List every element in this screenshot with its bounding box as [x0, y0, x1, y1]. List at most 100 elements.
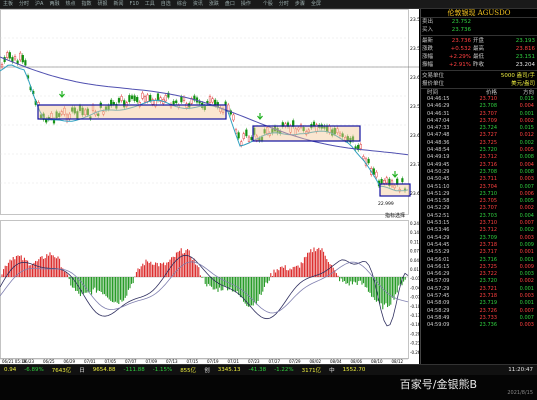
- toolbar-item[interactable]: 工具: [142, 0, 158, 8]
- macd-axis-label: 0.079: [410, 249, 419, 254]
- stat-value: 23.736: [451, 38, 471, 44]
- toolbar-item[interactable]: 两融: [46, 0, 62, 8]
- macd-axis-label: -0.169: [410, 322, 419, 327]
- tick-time: 04:58:09: [427, 300, 450, 307]
- tick-time: 04:47:33: [427, 125, 450, 132]
- tick-time: 04:51:58: [427, 198, 450, 205]
- toolbar-item[interactable]: 资讯: [190, 0, 206, 8]
- toolbar-item[interactable]: 全屏: [308, 0, 324, 8]
- status-item: 0.94: [4, 367, 17, 373]
- stat-label: 涨跌: [422, 46, 434, 52]
- tick-time: 04:56:01: [427, 256, 450, 263]
- macd-axis-label: -0.076: [410, 295, 419, 300]
- candle-body: [143, 96, 147, 103]
- tick-direction: 0.004: [519, 212, 534, 219]
- stat-value: 23.193: [515, 38, 535, 44]
- quote-row: 最新 23.736 开盘 23.193: [421, 37, 537, 45]
- candle-body: [208, 96, 212, 103]
- candle-body: [6, 52, 9, 58]
- tick-price: 23.712: [479, 154, 498, 161]
- tick-price: 23.718: [479, 241, 498, 248]
- tick-direction: 0.002: [519, 205, 534, 212]
- quote-row: 涨跌 +0.532 最高 23.816: [421, 45, 537, 53]
- toolbar-item[interactable]: 个股: [260, 0, 276, 8]
- toolbar-item[interactable]: 操作: [238, 0, 254, 8]
- toolbar-item[interactable]: 新闻: [111, 0, 127, 8]
- toolbar-item[interactable]: 指数: [78, 0, 94, 8]
- indicator-button[interactable]: 指标选择: [385, 212, 405, 219]
- status-item: 中: [329, 368, 335, 374]
- candle-body: [375, 171, 378, 178]
- toolbar-item[interactable]: 主板: [0, 0, 16, 8]
- tick-direction: 0.002: [519, 278, 534, 285]
- instrument-title: 伦敦银现 AGUSDO: [421, 9, 537, 18]
- toolbar-item[interactable]: 分时: [16, 0, 32, 8]
- tick-direction: 0.005: [519, 147, 534, 154]
- tick-direction: 0.003: [519, 176, 534, 183]
- macd-axis-label: 0.048: [410, 258, 419, 263]
- candle-body: [146, 94, 149, 102]
- toolbar-item[interactable]: 自选: [158, 0, 174, 8]
- trade-unit-row: 交易单位 5000 盎司/手: [421, 72, 537, 80]
- stat-value: +2.29%: [448, 54, 471, 60]
- candle-body: [380, 179, 383, 184]
- toolbar-item[interactable]: 沪A: [32, 0, 46, 8]
- stat-label: 最新: [422, 38, 434, 44]
- tick-row: 04:47:04 23.709 0.002: [421, 118, 537, 125]
- consolidation-box: [252, 125, 361, 142]
- tick-direction: 0.001: [519, 249, 534, 256]
- tick-direction: 0.003: [519, 234, 534, 241]
- tick-price: 23.703: [479, 212, 498, 219]
- tick-price: 23.716: [479, 161, 498, 168]
- stat-value: 23.204: [515, 62, 535, 68]
- tick-row: 04:51:58 23.705 0.005: [421, 198, 537, 205]
- tick-time: 04:46:31: [427, 110, 450, 117]
- candle-body: [13, 56, 17, 60]
- tick-row: 04:49:45 23.716 0.004: [421, 162, 537, 169]
- tick-row: 04:47:48 23.727 0.012: [421, 132, 537, 139]
- candle-body: [117, 98, 121, 103]
- candle-body: [120, 96, 123, 101]
- toolbar-item[interactable]: 研报: [95, 0, 111, 8]
- toolbar-item[interactable]: 综合: [174, 0, 190, 8]
- tick-row: 04:47:33 23.724 0.015: [421, 125, 537, 132]
- tick-time: 04:57:09: [427, 278, 450, 285]
- candlestick-chart[interactable]: 指标选择 23.544 23.562 23.652 23.562 23.608 23.744…: [0, 9, 419, 364]
- tick-direction: 0.004: [519, 161, 534, 168]
- candle-body: [211, 98, 214, 103]
- tick-time: 04:48:36: [427, 139, 450, 146]
- tick-price: 23.727: [479, 132, 498, 139]
- candle-body: [112, 102, 115, 105]
- candle-body: [237, 132, 240, 139]
- toolbar-item[interactable]: F10: [127, 0, 142, 8]
- toolbar-item[interactable]: 分时: [276, 0, 292, 8]
- candle-body: [362, 156, 365, 160]
- tick-price: 23.719: [479, 300, 498, 307]
- tick-direction: 0.001: [519, 110, 534, 117]
- buy-label: 买入: [422, 27, 434, 33]
- candle-body: [149, 95, 152, 102]
- tick-row: 04:51:10 23.704 0.007: [421, 184, 537, 191]
- price-axis-label: 23.744: [410, 162, 419, 168]
- toolbar-item[interactable]: 步骤: [292, 0, 308, 8]
- candle-body: [401, 178, 404, 183]
- tick-price: 23.709: [479, 234, 498, 241]
- chart-canvas[interactable]: 指标选择 23.544 23.562 23.652 23.562 23.608 23.744…: [0, 9, 419, 364]
- tick-row: 04:57:09 23.720 0.002: [421, 278, 537, 285]
- toolbar-item[interactable]: 热点: [62, 0, 78, 8]
- tick-price: 23.707: [479, 205, 498, 212]
- status-item: -111.88: [123, 367, 145, 373]
- quote-row: 涨幅 +2.29% 最低 23.151: [421, 53, 537, 61]
- candle-body: [24, 60, 27, 66]
- tick-time: 04:57:29: [427, 285, 450, 292]
- macd-pane: [0, 220, 409, 359]
- toolbar-item[interactable]: 涨跌: [206, 0, 222, 8]
- tick-price: 23.716: [479, 256, 498, 263]
- tick-row: 04:54:29 23.709 0.003: [421, 235, 537, 242]
- tick-list[interactable]: 04:46:15 23.710 0.015 04:46:29 23.708 0.004 04…: [421, 96, 537, 330]
- macd-axis-label: 0.141: [410, 230, 419, 235]
- tick-time: 04:49:45: [427, 161, 450, 168]
- status-item: 1552.70: [342, 367, 366, 373]
- toolbar-item[interactable]: 盘口: [222, 0, 238, 8]
- stat-value: 23.816: [515, 46, 535, 52]
